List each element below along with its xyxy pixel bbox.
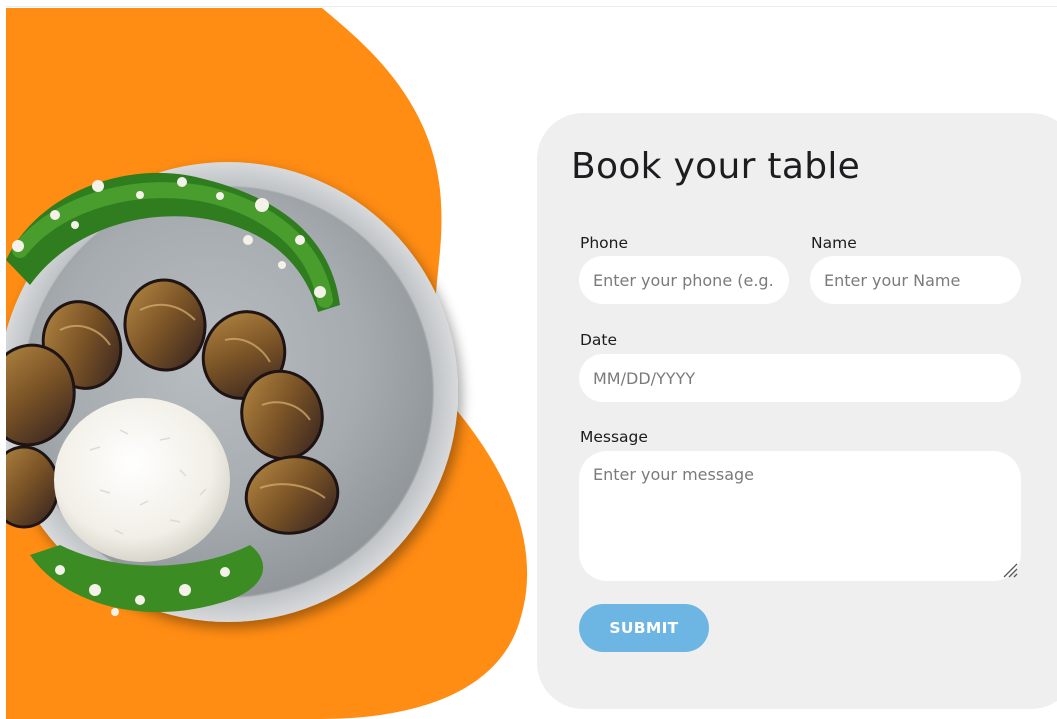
- phone-label: Phone: [580, 234, 629, 252]
- name-input[interactable]: [810, 256, 1021, 304]
- message-label: Message: [580, 428, 648, 446]
- phone-input[interactable]: [579, 256, 789, 304]
- booking-page: Book your table Phone Name Date Message …: [0, 0, 1057, 719]
- resize-grip-icon[interactable]: [1000, 560, 1018, 578]
- date-label: Date: [580, 331, 618, 349]
- name-label: Name: [811, 234, 857, 252]
- submit-button[interactable]: SUBMIT: [579, 604, 709, 652]
- date-input[interactable]: [579, 354, 1021, 402]
- left-edge: [0, 0, 6, 719]
- form-title: Book your table: [571, 146, 861, 187]
- message-textarea[interactable]: [579, 451, 1021, 581]
- food-plate-image: [0, 8, 528, 719]
